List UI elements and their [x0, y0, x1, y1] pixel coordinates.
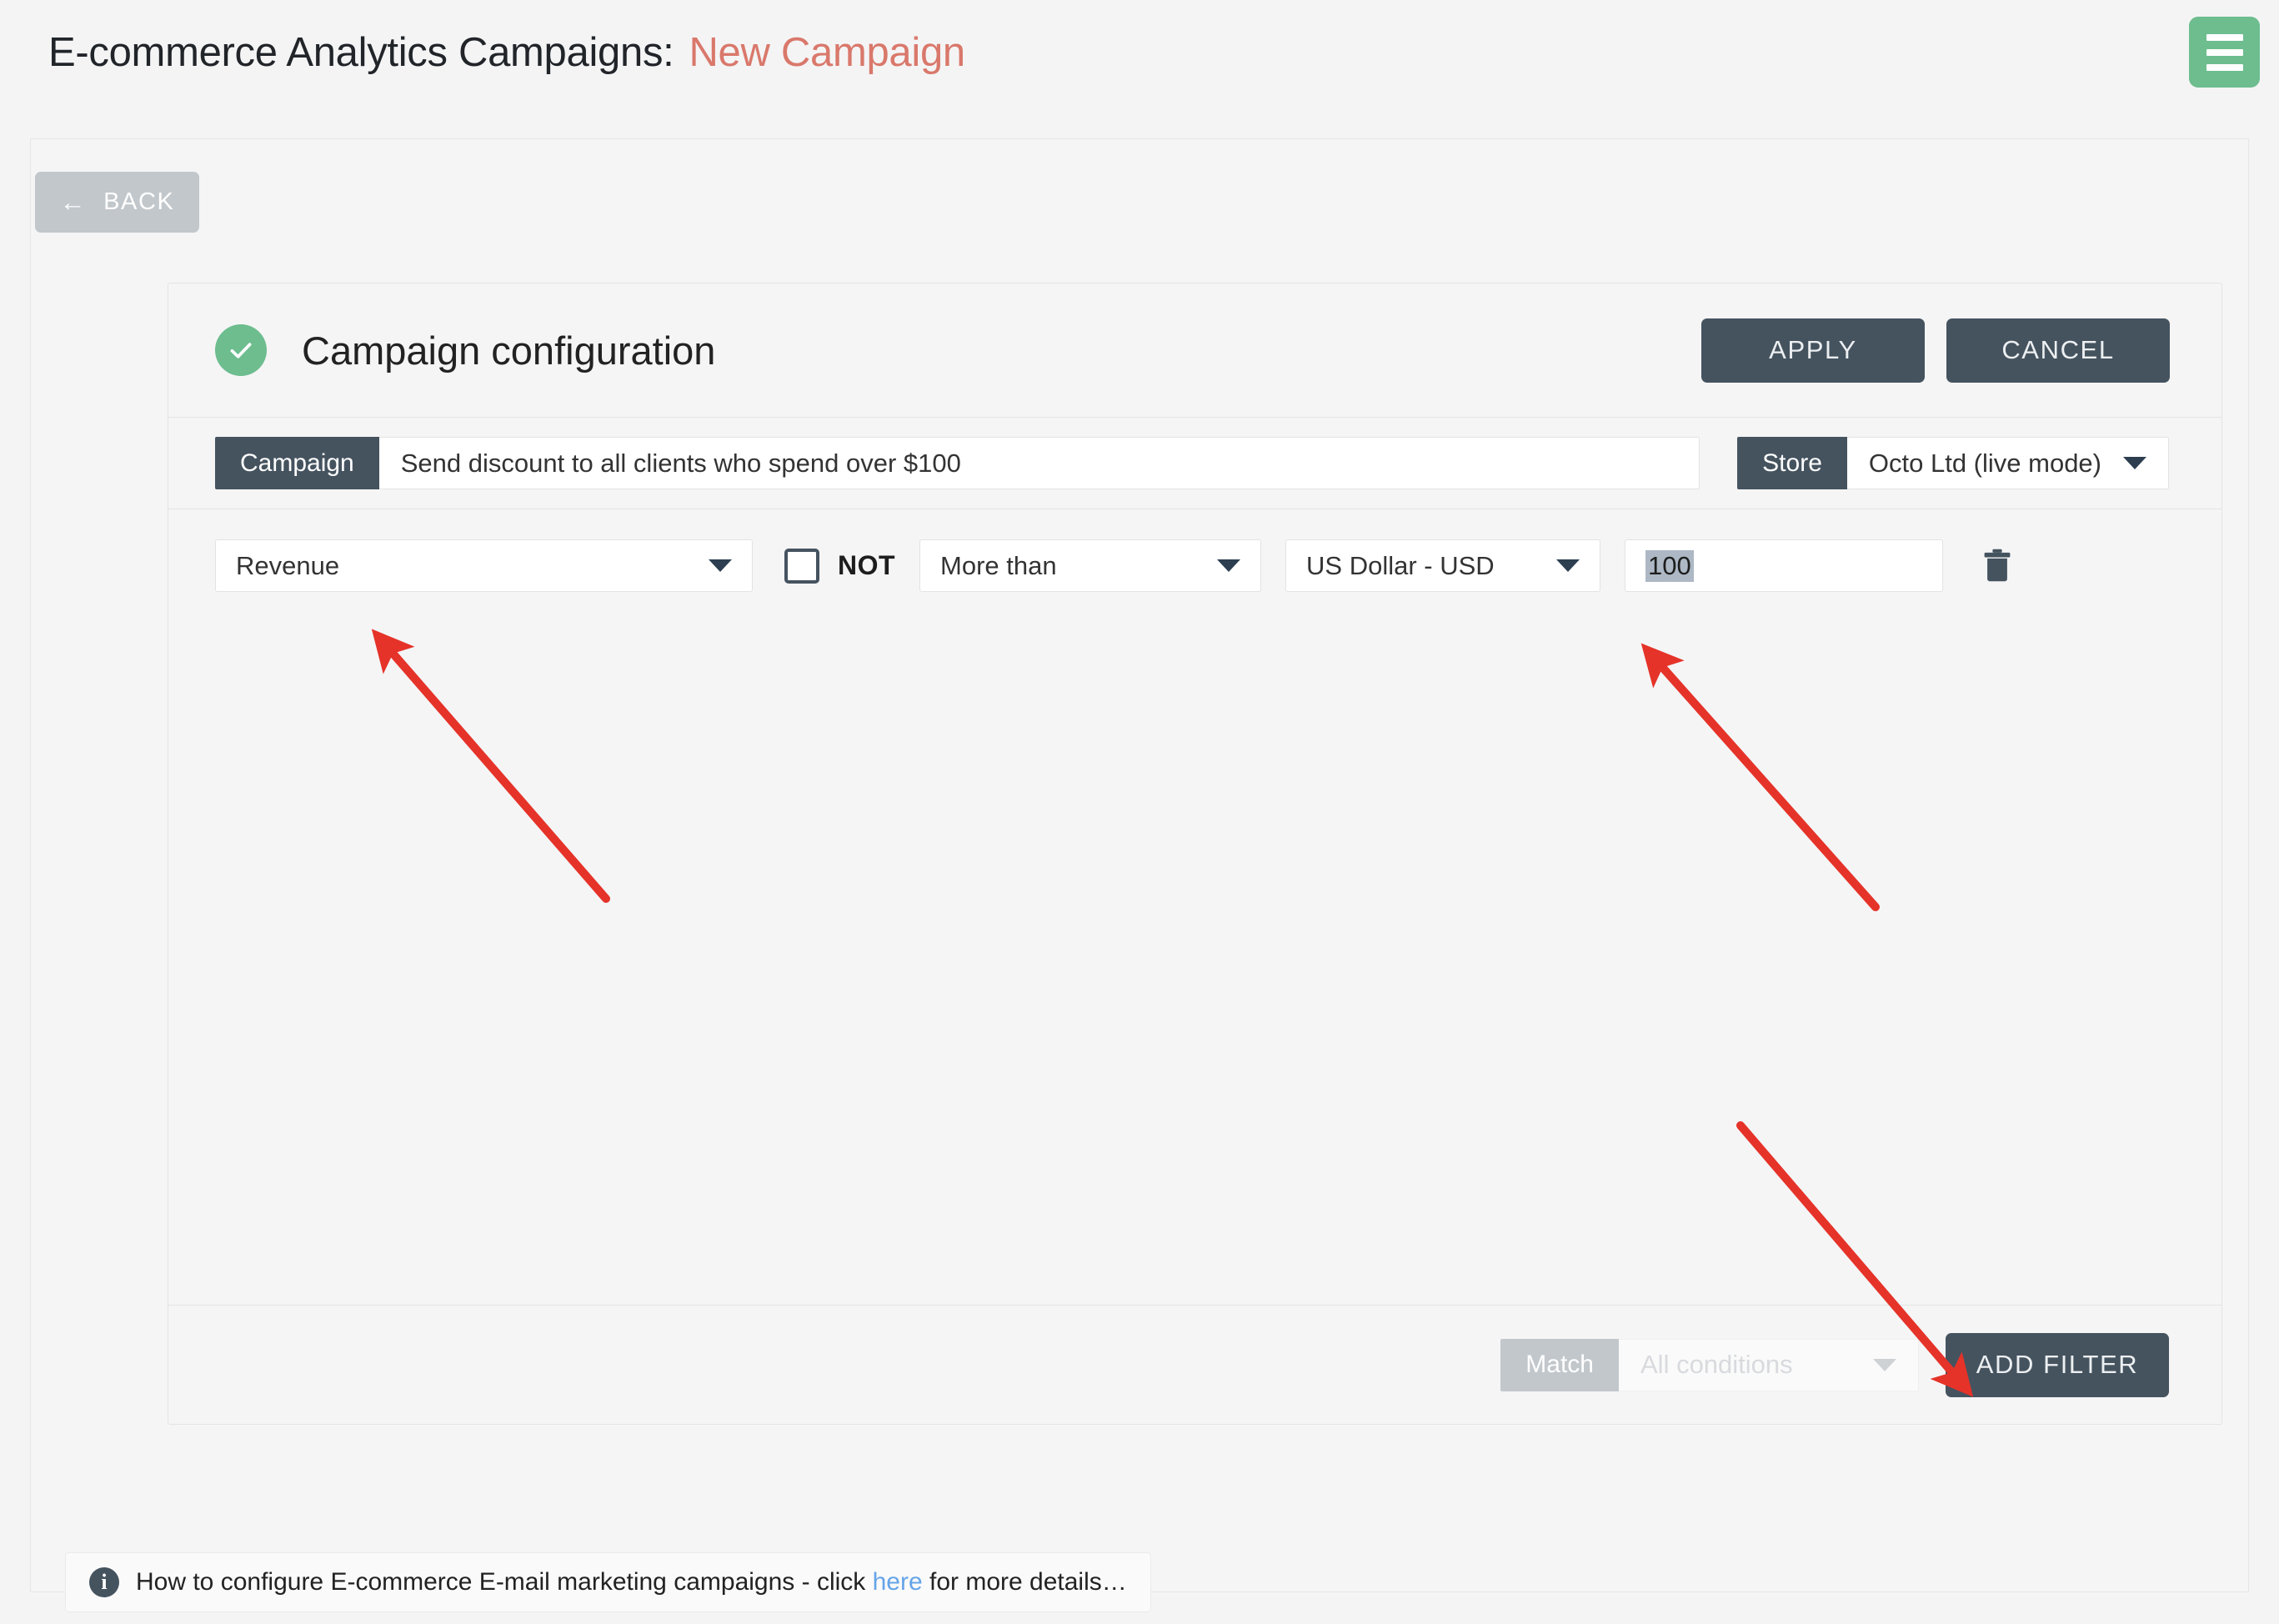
filter-currency-select[interactable]: US Dollar - USD [1285, 539, 1601, 592]
hamburger-line [2206, 33, 2243, 41]
app-root: E-commerce Analytics Campaigns: New Campa… [0, 0, 2279, 1624]
filter-row: Revenue NOT More than US Dollar - USD 10… [168, 539, 2221, 592]
help-hint-bar: i How to configure E-commerce E-mail mar… [65, 1552, 1151, 1612]
card-header: Campaign configuration APPLY CANCEL [168, 283, 2221, 418]
filter-currency-value: US Dollar - USD [1306, 550, 1495, 580]
card-header-actions: APPLY CANCEL [1701, 318, 2170, 383]
campaign-label-tag: Campaign [215, 437, 379, 489]
filter-not-checkbox[interactable] [784, 548, 819, 584]
filter-operator-value: More than [940, 550, 1057, 580]
back-button-label: BACK [103, 188, 175, 215]
match-condition-value: All conditions [1640, 1350, 1793, 1379]
card-title: Campaign configuration [302, 328, 716, 373]
filter-value-text: 100 [1645, 549, 1694, 582]
filter-value-input[interactable]: 100 [1625, 539, 1944, 592]
chevron-down-icon [1556, 559, 1580, 572]
cancel-button[interactable]: CANCEL [1946, 318, 2170, 383]
page-title-accent: New Campaign [689, 29, 965, 75]
add-filter-button[interactable]: ADD FILTER [1946, 1332, 2169, 1397]
content-frame: ← BACK Campaign configuration APPLY CANC… [30, 138, 2249, 1592]
help-hint-link[interactable]: here [873, 1568, 923, 1596]
filter-metric-value: Revenue [236, 550, 340, 580]
hint-text-before: How to configure E-commerce E-mail marke… [136, 1568, 866, 1596]
chevron-down-icon [1873, 1358, 1896, 1371]
match-label-tag: Match [1500, 1338, 1619, 1391]
trash-icon[interactable] [1983, 549, 2011, 584]
check-circle-icon [215, 324, 267, 376]
page-title: E-commerce Analytics Campaigns: New Campa… [48, 29, 965, 76]
page-title-main: E-commerce Analytics Campaigns: [48, 29, 674, 75]
info-icon: i [89, 1567, 119, 1597]
campaign-configuration-card: Campaign configuration APPLY CANCEL Camp… [168, 283, 2222, 1425]
hamburger-menu-icon[interactable] [2189, 17, 2260, 88]
campaign-name-row: Campaign Store Octo Ltd (live mode) [168, 418, 2221, 509]
apply-button[interactable]: APPLY [1701, 318, 1925, 383]
hamburger-line [2206, 48, 2243, 56]
store-label-tag: Store [1737, 437, 1847, 489]
arrow-left-icon: ← [59, 188, 88, 217]
chevron-down-icon [2123, 457, 2146, 469]
filter-metric-select[interactable]: Revenue [215, 539, 753, 592]
chevron-down-icon [709, 559, 732, 572]
filter-list: Revenue NOT More than US Dollar - USD 10… [168, 509, 2221, 1286]
store-select[interactable]: Octo Ltd (live mode) [1846, 437, 2169, 489]
help-hint-text: How to configure E-commerce E-mail marke… [136, 1568, 1127, 1596]
back-button[interactable]: ← BACK [35, 172, 199, 233]
top-bar: E-commerce Analytics Campaigns: New Campa… [0, 0, 2279, 104]
filter-not-group: NOT [784, 548, 896, 584]
hint-text-after: for more details… [929, 1568, 1127, 1596]
store-group: Store Octo Ltd (live mode) [1737, 437, 2169, 489]
match-condition-select[interactable]: All conditions [1619, 1338, 1919, 1391]
chevron-down-icon [1217, 559, 1241, 572]
filter-not-label: NOT [838, 550, 896, 580]
store-select-value: Octo Ltd (live mode) [1868, 448, 2101, 478]
filter-operator-select[interactable]: More than [919, 539, 1262, 592]
hamburger-line [2206, 63, 2243, 71]
campaign-name-input[interactable] [378, 437, 1700, 489]
card-footer: Match All conditions ADD FILTER [168, 1305, 2221, 1424]
